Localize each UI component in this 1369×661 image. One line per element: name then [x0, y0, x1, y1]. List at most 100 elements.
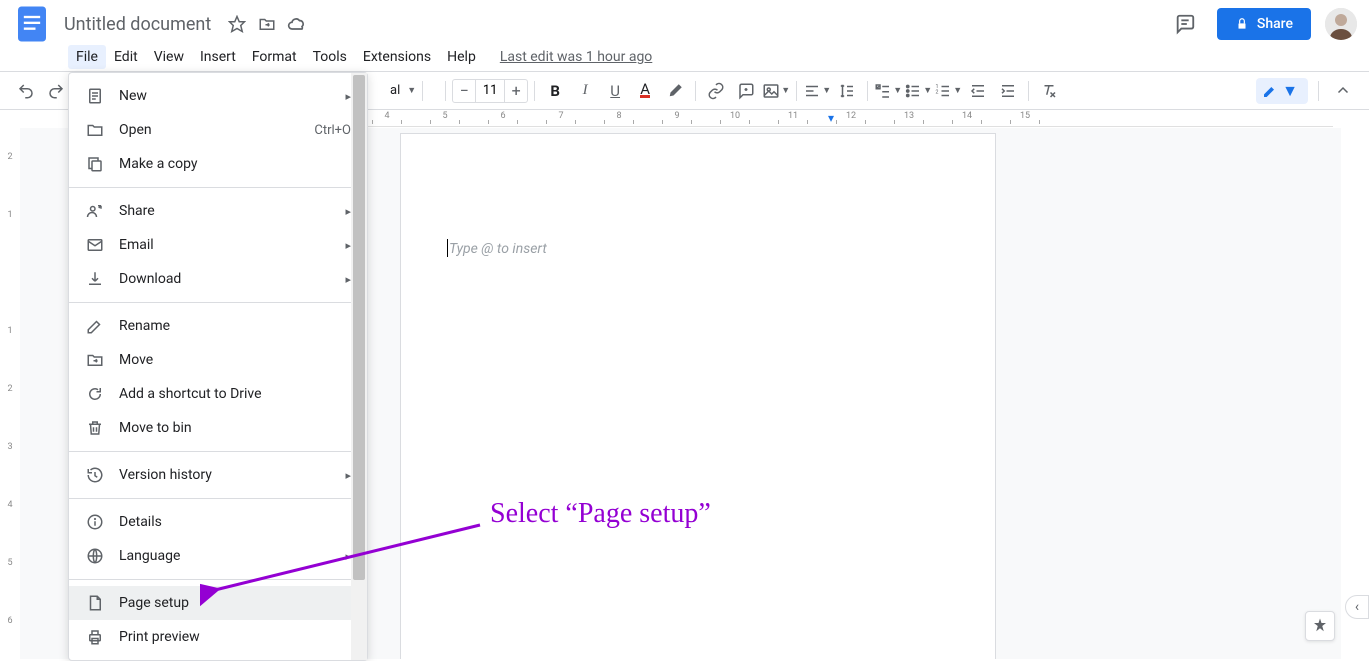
share-button[interactable]: Share — [1217, 8, 1311, 40]
move-icon — [85, 350, 105, 370]
bold-button[interactable]: B — [541, 77, 569, 105]
last-edit-link[interactable]: Last edit was 1 hour ago — [500, 49, 652, 65]
share-label: Share — [1257, 16, 1293, 32]
font-size-control[interactable]: − 11 + — [452, 79, 528, 103]
line-spacing-button[interactable] — [833, 77, 861, 105]
italic-button[interactable]: I — [571, 77, 599, 105]
user-avatar[interactable] — [1325, 8, 1357, 40]
file-menu-details[interactable]: Details — [69, 505, 367, 539]
vertical-ruler[interactable]: 21123456 — [0, 128, 20, 659]
globe-icon — [85, 546, 105, 566]
file-menu-move-to-bin[interactable]: Move to bin — [69, 411, 367, 445]
folder-icon — [85, 120, 105, 140]
menu-file[interactable]: File — [68, 45, 106, 69]
font-size-increase[interactable]: + — [505, 81, 527, 100]
file-menu-move[interactable]: Move — [69, 343, 367, 377]
menu-edit[interactable]: Edit — [106, 45, 146, 69]
file-menu-language[interactable]: Language▸ — [69, 539, 367, 573]
bulleted-list-button[interactable]: ▼ — [904, 77, 932, 105]
highlight-button[interactable] — [661, 77, 689, 105]
file-menu-add-a-shortcut-to-drive[interactable]: Add a shortcut to Drive — [69, 377, 367, 411]
menu-item-label: Make a copy — [119, 156, 351, 172]
share-icon — [85, 201, 105, 221]
increase-indent-button[interactable] — [994, 77, 1022, 105]
menu-item-label: Print preview — [119, 629, 351, 645]
page-placeholder: Type @ to insert — [449, 241, 547, 257]
file-menu-email[interactable]: Email▸ — [69, 228, 367, 262]
add-comment-button[interactable] — [732, 77, 760, 105]
file-menu-dropdown: New▸OpenCtrl+O Make a copy Share▸Email▸Dow… — [68, 72, 368, 661]
menu-extensions[interactable]: Extensions — [355, 45, 439, 69]
editing-mode-button[interactable]: ▼ — [1256, 78, 1308, 104]
file-menu-download[interactable]: Download▸ — [69, 262, 367, 296]
underline-button[interactable]: U — [601, 77, 629, 105]
menu-item-label: Version history — [119, 467, 331, 483]
checklist-button[interactable]: ▼ — [874, 77, 902, 105]
insert-link-button[interactable] — [702, 77, 730, 105]
text-cursor — [447, 239, 448, 257]
font-size-value[interactable]: 11 — [475, 80, 505, 102]
file-menu-print-preview[interactable]: Print preview — [69, 620, 367, 654]
align-button[interactable]: ▼ — [803, 77, 831, 105]
menu-item-label: Email — [119, 237, 331, 253]
undo-button[interactable] — [12, 77, 40, 105]
menu-insert[interactable]: Insert — [192, 45, 244, 69]
docs-icon — [18, 6, 46, 42]
menu-item-label: Open — [119, 122, 300, 138]
menu-item-label: Share — [119, 203, 331, 219]
email-icon — [85, 235, 105, 255]
menu-item-label: New — [119, 88, 331, 104]
menu-item-label: Details — [119, 514, 351, 530]
history-icon — [85, 465, 105, 485]
copy-icon — [85, 154, 105, 174]
menu-help[interactable]: Help — [439, 45, 484, 69]
sidepanel-expand-button[interactable]: ‹ — [1345, 595, 1369, 619]
trash-icon — [85, 418, 105, 438]
explore-icon — [1311, 617, 1329, 635]
cloud-saved-icon[interactable] — [287, 14, 307, 34]
move-to-folder-icon[interactable] — [257, 14, 277, 34]
doc-icon — [85, 86, 105, 106]
file-menu-share[interactable]: Share▸ — [69, 194, 367, 228]
file-menu-page-setup[interactable]: Page setup — [69, 586, 367, 620]
page-icon — [85, 593, 105, 613]
numbered-list-button[interactable]: 12▼ — [934, 77, 962, 105]
menu-item-label: Move — [119, 352, 351, 368]
app-header: Untitled document Share — [0, 0, 1369, 42]
file-menu-version-history[interactable]: Version history▸ — [69, 458, 367, 492]
menu-view[interactable]: View — [146, 45, 192, 69]
decrease-indent-button[interactable] — [964, 77, 992, 105]
toolbar-collapse-button[interactable] — [1329, 77, 1357, 105]
menu-item-label: Page setup — [119, 595, 351, 611]
pencil-icon — [1262, 83, 1278, 99]
font-size-decrease[interactable]: − — [453, 81, 475, 100]
file-menu-open[interactable]: OpenCtrl+O — [69, 113, 367, 147]
menubar: FileEditViewInsertFormatToolsExtensionsH… — [0, 42, 1369, 72]
lock-icon — [1235, 17, 1249, 31]
file-menu-rename[interactable]: Rename — [69, 309, 367, 343]
style-selector[interactable]: al▼ — [384, 83, 416, 98]
file-menu-new[interactable]: New▸ — [69, 79, 367, 113]
info-icon — [85, 512, 105, 532]
download-icon — [85, 269, 105, 289]
dropdown-scrollbar[interactable] — [351, 73, 367, 660]
menu-tools[interactable]: Tools — [305, 45, 355, 69]
menu-item-label: Move to bin — [119, 420, 351, 436]
star-icon[interactable] — [227, 14, 247, 34]
menu-item-label: Add a shortcut to Drive — [119, 386, 351, 402]
document-page[interactable]: Type @ to insert — [400, 133, 996, 659]
print-icon — [85, 627, 105, 647]
shortcut-icon — [85, 384, 105, 404]
clear-formatting-button[interactable] — [1035, 77, 1063, 105]
document-title[interactable]: Untitled document — [58, 12, 217, 37]
comments-button[interactable] — [1167, 6, 1203, 42]
explore-button[interactable] — [1305, 611, 1335, 641]
docs-logo[interactable] — [12, 4, 52, 44]
file-menu-make-a-copy[interactable]: Make a copy — [69, 147, 367, 181]
rename-icon — [85, 316, 105, 336]
text-color-button[interactable]: A — [631, 77, 659, 105]
menu-format[interactable]: Format — [244, 45, 305, 69]
insert-image-button[interactable]: ▼ — [762, 77, 790, 105]
header-icons — [227, 14, 307, 34]
redo-button[interactable] — [42, 77, 70, 105]
